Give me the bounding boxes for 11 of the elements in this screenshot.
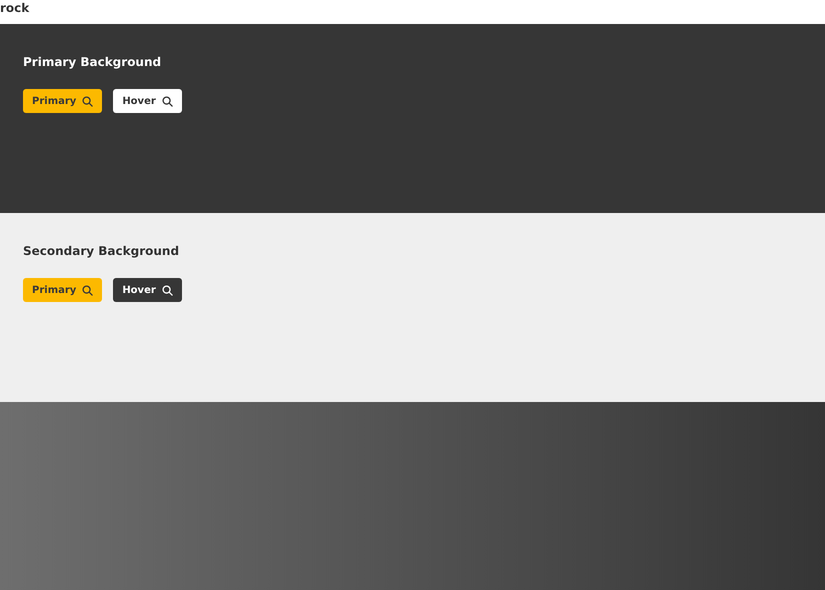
search-icon (82, 96, 94, 106)
search-icon (162, 96, 173, 106)
search-icon (162, 284, 173, 296)
page-title: rock (0, 1, 30, 15)
hover-button[interactable]: Hover (113, 89, 182, 113)
primary-button[interactable]: Primary (23, 89, 102, 113)
section-heading: Primary Background (23, 54, 162, 71)
section-heading: Secondary Background (23, 243, 180, 260)
search-icon (82, 284, 94, 296)
hover-button[interactable]: Hover (113, 278, 182, 302)
primary-button[interactable]: Primary (23, 278, 102, 302)
